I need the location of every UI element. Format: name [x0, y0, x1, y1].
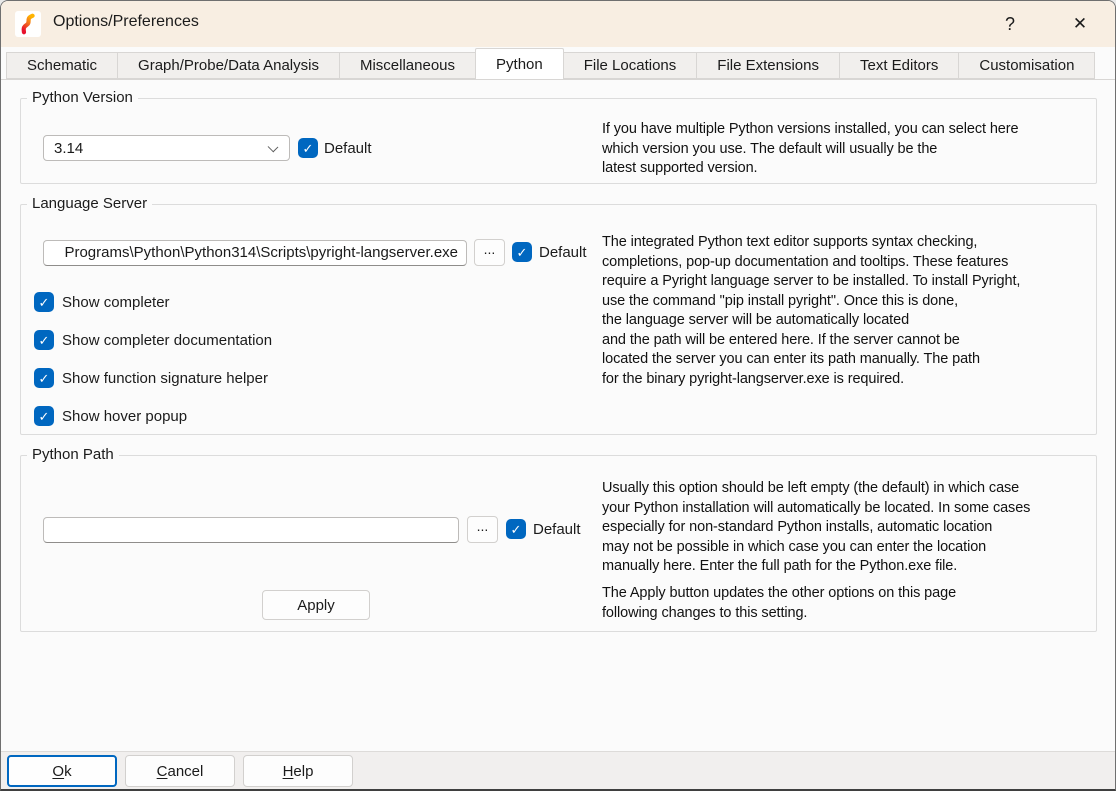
- help-button-mnemonic: H: [283, 763, 294, 780]
- language-server-path-input[interactable]: Programs\Python\Python314\Scripts\pyrigh…: [43, 240, 467, 266]
- app-logo-icon: [15, 11, 41, 37]
- check-icon: ✓: [39, 410, 50, 423]
- language-server-default-checkbox[interactable]: ✓: [512, 242, 532, 262]
- check-icon: ✓: [303, 142, 314, 155]
- tab-schematic[interactable]: Schematic: [6, 52, 118, 79]
- language-server-default-label[interactable]: Default: [539, 244, 587, 261]
- tab-file-extensions[interactable]: File Extensions: [696, 52, 840, 79]
- help-button[interactable]: Help: [243, 755, 353, 787]
- options-preferences-dialog: Options/Preferences ? ✕ Schematic Graph/…: [0, 0, 1116, 791]
- python-path-default-checkbox[interactable]: ✓: [506, 519, 526, 539]
- apply-button[interactable]: Apply: [262, 590, 370, 620]
- check-icon: ✓: [39, 334, 50, 347]
- help-button-rest: elp: [293, 763, 313, 780]
- ok-button-rest: k: [64, 763, 72, 780]
- show-hover-popup-checkbox[interactable]: ✓: [34, 406, 54, 426]
- python-path-browse-button[interactable]: ...: [467, 516, 498, 543]
- python-version-legend: Python Version: [27, 89, 138, 106]
- tab-bar: Schematic Graph/Probe/Data Analysis Misc…: [6, 52, 1095, 79]
- language-server-legend: Language Server: [27, 195, 152, 212]
- version-default-label[interactable]: Default: [324, 140, 372, 157]
- dialog-button-bar: Ok Cancel Help: [1, 751, 1115, 791]
- tab-miscellaneous[interactable]: Miscellaneous: [339, 52, 476, 79]
- chevron-down-icon: [268, 142, 279, 153]
- tab-python[interactable]: Python: [475, 48, 564, 79]
- python-path-default-label[interactable]: Default: [533, 521, 581, 538]
- language-server-description: The integrated Python text editor suppor…: [602, 233, 1020, 389]
- python-path-legend: Python Path: [27, 446, 119, 463]
- python-path-input[interactable]: [43, 517, 459, 543]
- show-function-signature-helper-checkbox[interactable]: ✓: [34, 368, 54, 388]
- version-default-checkbox[interactable]: ✓: [298, 138, 318, 158]
- show-completer-label[interactable]: Show completer: [62, 294, 170, 311]
- tab-customisation[interactable]: Customisation: [958, 52, 1095, 79]
- check-icon: ✓: [511, 523, 522, 536]
- cancel-button[interactable]: Cancel: [125, 755, 235, 787]
- python-path-description: Usually this option should be left empty…: [602, 479, 1030, 577]
- python-version-value: 3.14: [54, 140, 83, 157]
- show-completer-checkbox[interactable]: ✓: [34, 292, 54, 312]
- show-hover-popup-label[interactable]: Show hover popup: [62, 408, 187, 425]
- ok-button-mnemonic: O: [52, 763, 64, 780]
- tab-text-editors[interactable]: Text Editors: [839, 52, 959, 79]
- python-path-apply-note: The Apply button updates the other optio…: [602, 584, 956, 623]
- title-bar: Options/Preferences ? ✕: [1, 1, 1115, 47]
- python-path-group: Python Path ... ✓ Default Apply Usually …: [20, 455, 1097, 632]
- tab-graph-probe-data-analysis[interactable]: Graph/Probe/Data Analysis: [117, 52, 340, 79]
- cancel-button-rest: ancel: [167, 763, 203, 780]
- simetrix-swoosh-icon: [17, 13, 39, 35]
- language-server-browse-button[interactable]: ...: [474, 239, 505, 266]
- cancel-button-mnemonic: C: [157, 763, 168, 780]
- ok-button[interactable]: Ok: [7, 755, 117, 787]
- check-icon: ✓: [39, 296, 50, 309]
- close-icon[interactable]: ✕: [1057, 1, 1103, 47]
- python-version-group: Python Version 3.14 ✓ Default If you hav…: [20, 98, 1097, 184]
- check-icon: ✓: [39, 372, 50, 385]
- tab-file-locations[interactable]: File Locations: [563, 52, 698, 79]
- python-version-dropdown[interactable]: 3.14: [43, 135, 290, 161]
- python-version-description: If you have multiple Python versions ins…: [602, 120, 1018, 179]
- check-icon: ✓: [517, 246, 528, 259]
- show-completer-documentation-label[interactable]: Show completer documentation: [62, 332, 272, 349]
- help-titlebar-button[interactable]: ?: [987, 1, 1033, 47]
- show-completer-documentation-checkbox[interactable]: ✓: [34, 330, 54, 350]
- show-function-signature-helper-label[interactable]: Show function signature helper: [62, 370, 268, 387]
- language-server-group: Language Server Programs\Python\Python31…: [20, 204, 1097, 435]
- window-title: Options/Preferences: [53, 13, 199, 31]
